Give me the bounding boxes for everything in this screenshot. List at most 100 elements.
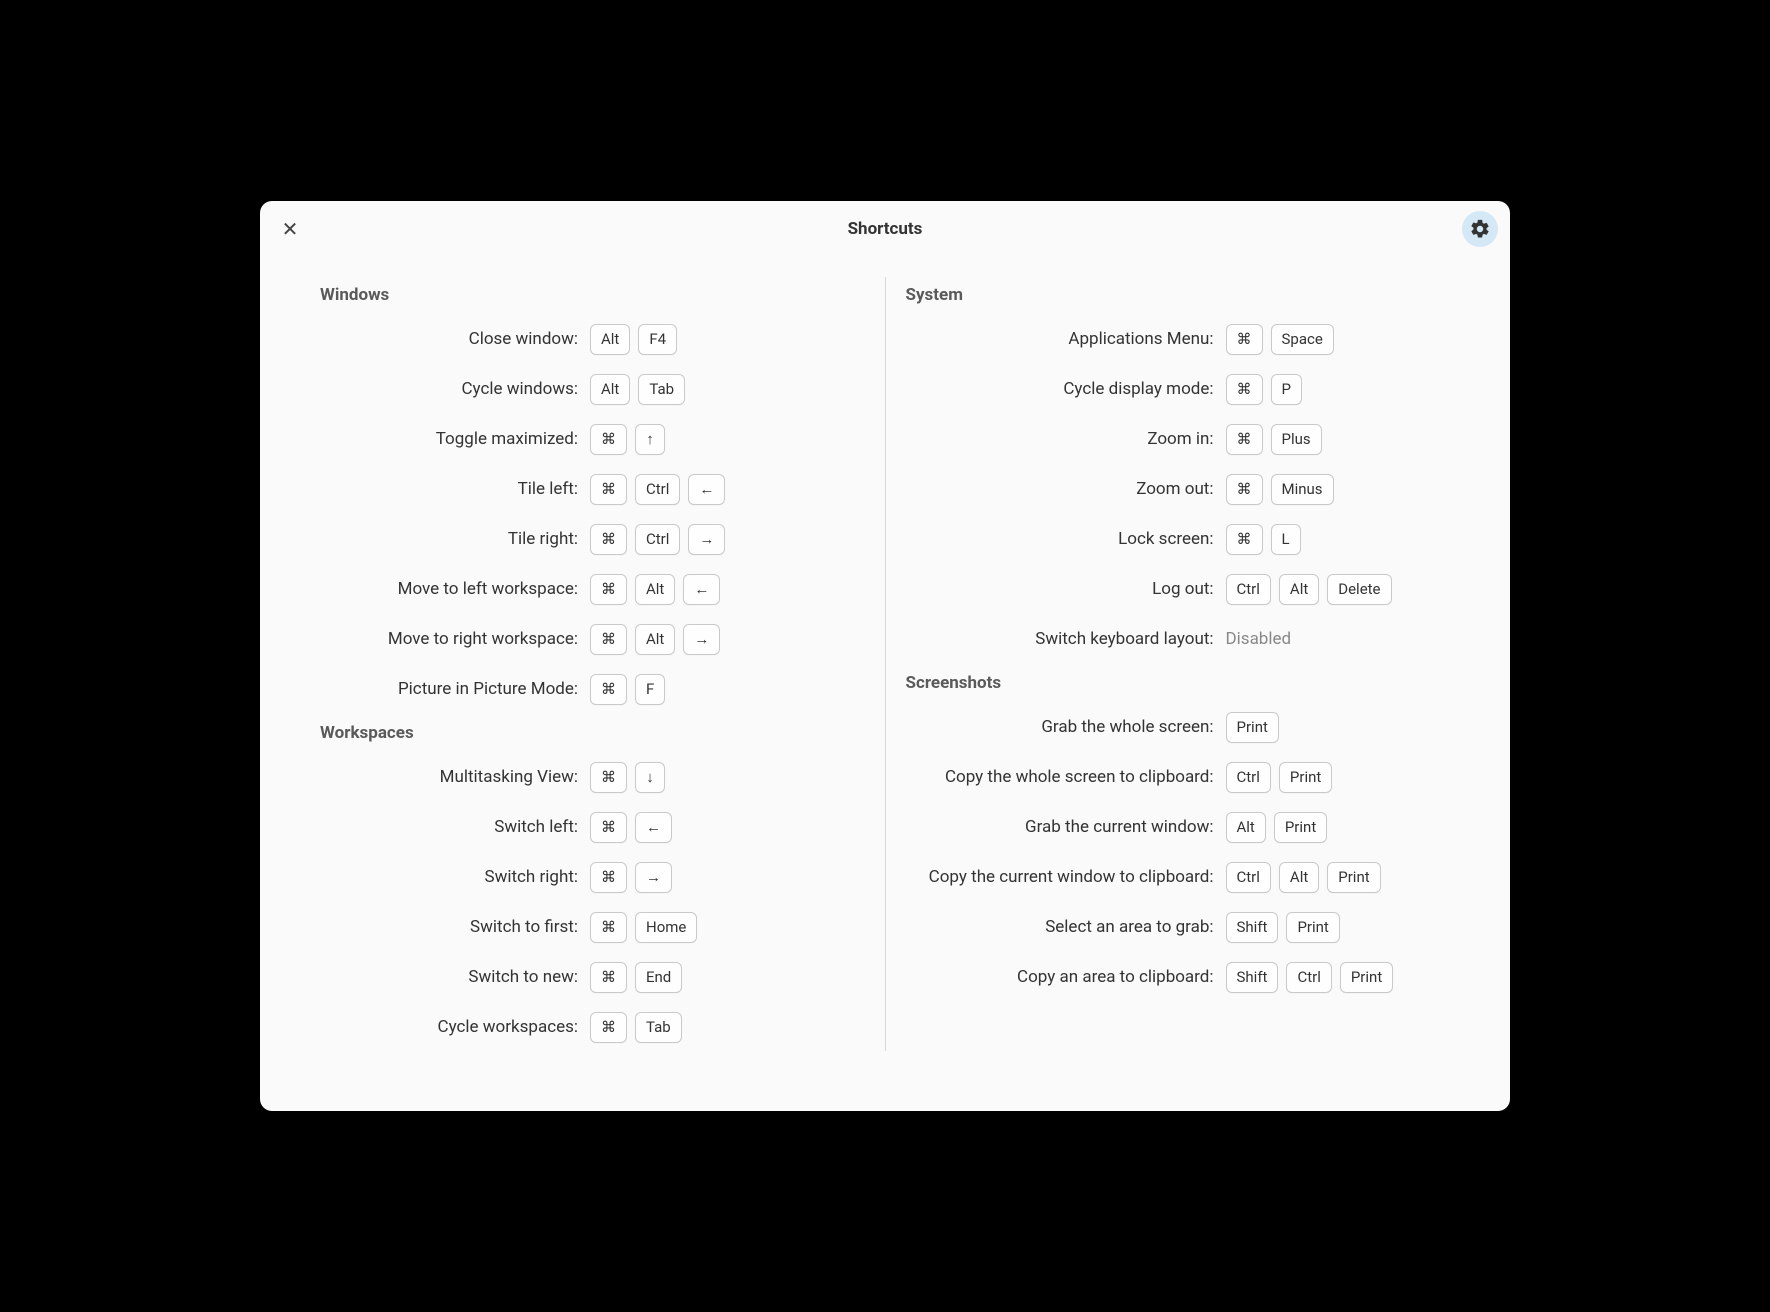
key-cap: ⌘ [590, 674, 627, 705]
key-cap: Print [1327, 862, 1380, 893]
shortcut-keys: ⌘Plus [1226, 424, 1322, 455]
key-cap: L [1271, 524, 1301, 555]
key-cap: Alt [635, 624, 675, 655]
shortcut-keys: Disabled [1226, 629, 1292, 649]
left-column: WindowsClose window:AltF4Cycle windows:A… [300, 267, 885, 1081]
key-cap: Alt [1279, 862, 1319, 893]
key-cap: Print [1286, 912, 1339, 943]
shortcut-keys: ⌘← [590, 812, 672, 843]
shortcut-keys: ⌘↓ [590, 762, 665, 793]
shortcut-label: Copy an area to clipboard: [906, 967, 1226, 987]
shortcut-keys: ⌘P [1226, 374, 1302, 405]
section-heading-screenshots: Screenshots [906, 673, 1451, 693]
shortcut-label: Move to right workspace: [320, 629, 590, 649]
key-cap: Ctrl [1226, 862, 1271, 893]
key-cap: ⌘ [590, 424, 627, 455]
shortcut-row: Close window:AltF4 [320, 323, 865, 355]
key-cap: Tab [635, 1012, 682, 1043]
shortcut-row: Select an area to grab:ShiftPrint [906, 911, 1451, 943]
shortcut-keys: AltF4 [590, 324, 677, 355]
key-cap: ⌘ [1226, 524, 1263, 555]
key-cap: ⌘ [590, 1012, 627, 1043]
key-cap: ⌘ [590, 912, 627, 943]
shortcut-row: Cycle windows:AltTab [320, 373, 865, 405]
key-cap: Ctrl [1226, 762, 1271, 793]
shortcut-label: Applications Menu: [906, 329, 1226, 349]
shortcut-label: Select an area to grab: [906, 917, 1226, 937]
content: WindowsClose window:AltF4Cycle windows:A… [260, 257, 1510, 1111]
key-cap: ⌘ [590, 624, 627, 655]
shortcut-keys: ⌘ Home [590, 912, 697, 943]
key-cap: Alt [1279, 574, 1319, 605]
key-cap: ↑ [635, 424, 665, 455]
shortcut-label: Cycle windows: [320, 379, 590, 399]
shortcut-row: Applications Menu:⌘Space [906, 323, 1451, 355]
key-cap: → [688, 524, 725, 555]
shortcut-row: Move to left workspace:⌘Alt← [320, 573, 865, 605]
section-heading-workspaces: Workspaces [320, 723, 865, 743]
shortcut-label: Close window: [320, 329, 590, 349]
settings-button[interactable] [1462, 211, 1498, 247]
shortcut-keys: AltTab [590, 374, 685, 405]
shortcut-label: Copy the current window to clipboard: [906, 867, 1226, 887]
shortcut-keys: Print [1226, 712, 1279, 743]
key-cap: ← [635, 812, 672, 843]
shortcut-label: Picture in Picture Mode: [320, 679, 590, 699]
key-cap: Shift [1226, 962, 1279, 993]
shortcut-label: Zoom in: [906, 429, 1226, 449]
key-cap: Home [635, 912, 697, 943]
shortcut-keys: ⌘L [1226, 524, 1301, 555]
shortcut-row: Grab the current window:AltPrint [906, 811, 1451, 843]
shortcuts-window: ✕ Shortcuts WindowsClose window:AltF4Cyc… [260, 201, 1510, 1111]
shortcut-row: Log out:CtrlAltDelete [906, 573, 1451, 605]
key-cap: ⌘ [1226, 324, 1263, 355]
shortcut-row: Tile right:⌘Ctrl→ [320, 523, 865, 555]
key-cap: ← [683, 574, 720, 605]
shortcut-row: Lock screen:⌘L [906, 523, 1451, 555]
header: ✕ Shortcuts [260, 201, 1510, 257]
window-title: Shortcuts [848, 219, 923, 239]
shortcut-label: Move to left workspace: [320, 579, 590, 599]
shortcut-keys: Alt Print [1226, 812, 1328, 843]
shortcut-row: Copy the current window to clipboard:Ctr… [906, 861, 1451, 893]
shortcut-keys: ⌘ Alt → [590, 624, 720, 655]
shortcut-label: Cycle display mode: [906, 379, 1226, 399]
shortcut-label: Switch right: [320, 867, 590, 887]
shortcut-row: Multitasking View:⌘↓ [320, 761, 865, 793]
key-cap: F4 [638, 324, 677, 355]
key-cap: ⌘ [590, 524, 627, 555]
shortcut-keys: ⌘F [590, 674, 665, 705]
key-cap: ⌘ [590, 862, 627, 893]
key-cap: ⌘ [590, 812, 627, 843]
shortcut-label: Tile left: [320, 479, 590, 499]
key-cap: ⌘ [1226, 374, 1263, 405]
shortcut-row: Cycle workspaces:⌘ Tab [320, 1011, 865, 1043]
shortcut-keys: ⌘Minus [1226, 474, 1334, 505]
shortcut-label: Cycle workspaces: [320, 1017, 590, 1037]
shortcut-keys: ⌘Alt← [590, 574, 720, 605]
key-cap: Alt [1226, 812, 1266, 843]
shortcut-keys: ⌘↑ [590, 424, 665, 455]
key-cap: → [683, 624, 720, 655]
shortcut-label: Log out: [906, 579, 1226, 599]
shortcut-keys: CtrlAltDelete [1226, 574, 1392, 605]
key-cap: ⌘ [1226, 474, 1263, 505]
key-cap: Ctrl [635, 474, 680, 505]
shortcut-keys: ⌘Space [1226, 324, 1334, 355]
shortcut-row: Switch to new:⌘End [320, 961, 865, 993]
key-cap: ⌘ [590, 574, 627, 605]
key-cap: Print [1274, 812, 1327, 843]
shortcut-row: Copy the whole screen to clipboard:CtrlP… [906, 761, 1451, 793]
shortcut-label: Toggle maximized: [320, 429, 590, 449]
key-cap: Delete [1327, 574, 1391, 605]
shortcut-row: Move to right workspace:⌘ Alt → [320, 623, 865, 655]
key-cap: F [635, 674, 665, 705]
key-cap: ⌘ [1226, 424, 1263, 455]
shortcut-keys: ⌘ Tab [590, 1012, 682, 1043]
shortcut-keys: ⌘Ctrl→ [590, 524, 725, 555]
shortcut-keys: ⌘Ctrl← [590, 474, 725, 505]
close-button[interactable]: ✕ [278, 217, 302, 241]
shortcut-row: Picture in Picture Mode:⌘F [320, 673, 865, 705]
shortcut-label: Switch keyboard layout: [906, 629, 1226, 649]
shortcut-row: Zoom in:⌘Plus [906, 423, 1451, 455]
